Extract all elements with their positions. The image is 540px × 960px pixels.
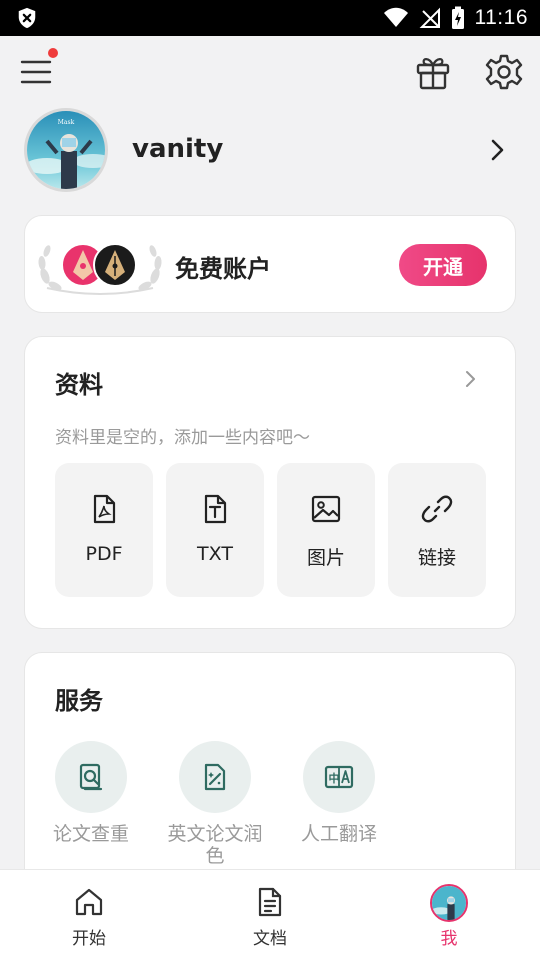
services-list: 论文查重 英文论文润色 中 人工翻译 xyxy=(45,741,385,867)
service-label: 人工翻译 xyxy=(300,823,377,845)
tile-label: 图片 xyxy=(306,547,345,569)
polish-icon xyxy=(204,763,226,791)
plagiarism-check-icon xyxy=(79,763,103,791)
image-icon xyxy=(311,495,341,523)
chevron-right-icon[interactable] xyxy=(461,369,481,389)
gift-icon xyxy=(416,58,450,90)
tile-txt[interactable]: TXT xyxy=(166,463,264,597)
link-icon xyxy=(421,495,453,523)
status-time: 11:16 xyxy=(474,6,528,29)
services-section-title: 服务 xyxy=(55,687,103,715)
open-membership-button[interactable]: 开通 xyxy=(399,244,487,286)
document-icon xyxy=(258,887,282,917)
data-section-title: 资料 xyxy=(55,371,103,399)
data-tiles: PDF TXT 图片 链接 xyxy=(55,463,486,597)
no-signal-icon xyxy=(419,7,440,28)
avatar-caption: Mask xyxy=(57,119,75,126)
status-bar: 11:16 xyxy=(0,0,540,36)
data-empty-text: 资料里是空的，添加一些内容吧～ xyxy=(55,428,310,448)
avatar xyxy=(430,884,468,922)
txt-file-icon xyxy=(204,494,227,524)
tile-label: TXT xyxy=(197,543,233,565)
service-english-polish[interactable]: 英文论文润色 xyxy=(167,741,263,867)
data-card: 资料 资料里是空的，添加一些内容吧～ PDF TXT 图片 链接 xyxy=(24,336,516,629)
nav-label: 文档 xyxy=(253,929,287,949)
battery-charging-icon xyxy=(451,6,464,29)
top-header xyxy=(0,36,540,108)
hamburger-menu-icon xyxy=(20,60,52,84)
shield-icon xyxy=(18,7,36,29)
avatar[interactable]: Mask xyxy=(24,108,108,192)
chevron-right-icon xyxy=(491,139,504,161)
account-type-label: 免费账户 xyxy=(175,255,271,283)
service-icon-circle: 中 xyxy=(303,741,375,813)
laurel-badge-icon xyxy=(38,243,162,295)
tile-pdf[interactable]: PDF xyxy=(55,463,153,597)
service-label: 英文论文润色 xyxy=(167,823,263,867)
translate-icon: 中 xyxy=(324,765,354,789)
tile-label: 链接 xyxy=(417,547,456,569)
notification-dot xyxy=(48,48,58,58)
tile-image[interactable]: 图片 xyxy=(277,463,375,597)
home-icon xyxy=(75,888,103,916)
nav-documents[interactable]: 文档 xyxy=(210,870,330,960)
settings-button[interactable] xyxy=(484,52,524,92)
pdf-file-icon xyxy=(93,494,116,524)
tile-label: PDF xyxy=(85,543,123,565)
service-icon-circle xyxy=(179,741,251,813)
username: vanity xyxy=(132,134,224,164)
service-human-translation[interactable]: 中 人工翻译 xyxy=(293,741,385,867)
nav-label: 开始 xyxy=(72,929,106,949)
service-label: 论文查重 xyxy=(52,823,129,845)
nav-start[interactable]: 开始 xyxy=(29,870,149,960)
account-badge xyxy=(35,236,165,298)
nav-me[interactable]: 我 xyxy=(389,870,509,960)
nav-label: 我 xyxy=(440,929,458,949)
bottom-navigation: 开始 文档 我 xyxy=(0,869,540,960)
service-icon-circle xyxy=(55,741,127,813)
service-plagiarism-check[interactable]: 论文查重 xyxy=(45,741,137,867)
profile-row[interactable]: Mask vanity xyxy=(0,108,540,196)
wifi-icon xyxy=(383,7,408,27)
account-card: 免费账户 开通 xyxy=(24,215,516,313)
svg-text:中: 中 xyxy=(329,771,340,785)
gear-icon xyxy=(485,54,523,90)
tile-link[interactable]: 链接 xyxy=(388,463,486,597)
menu-button[interactable] xyxy=(20,48,58,86)
gift-button[interactable] xyxy=(413,52,453,92)
